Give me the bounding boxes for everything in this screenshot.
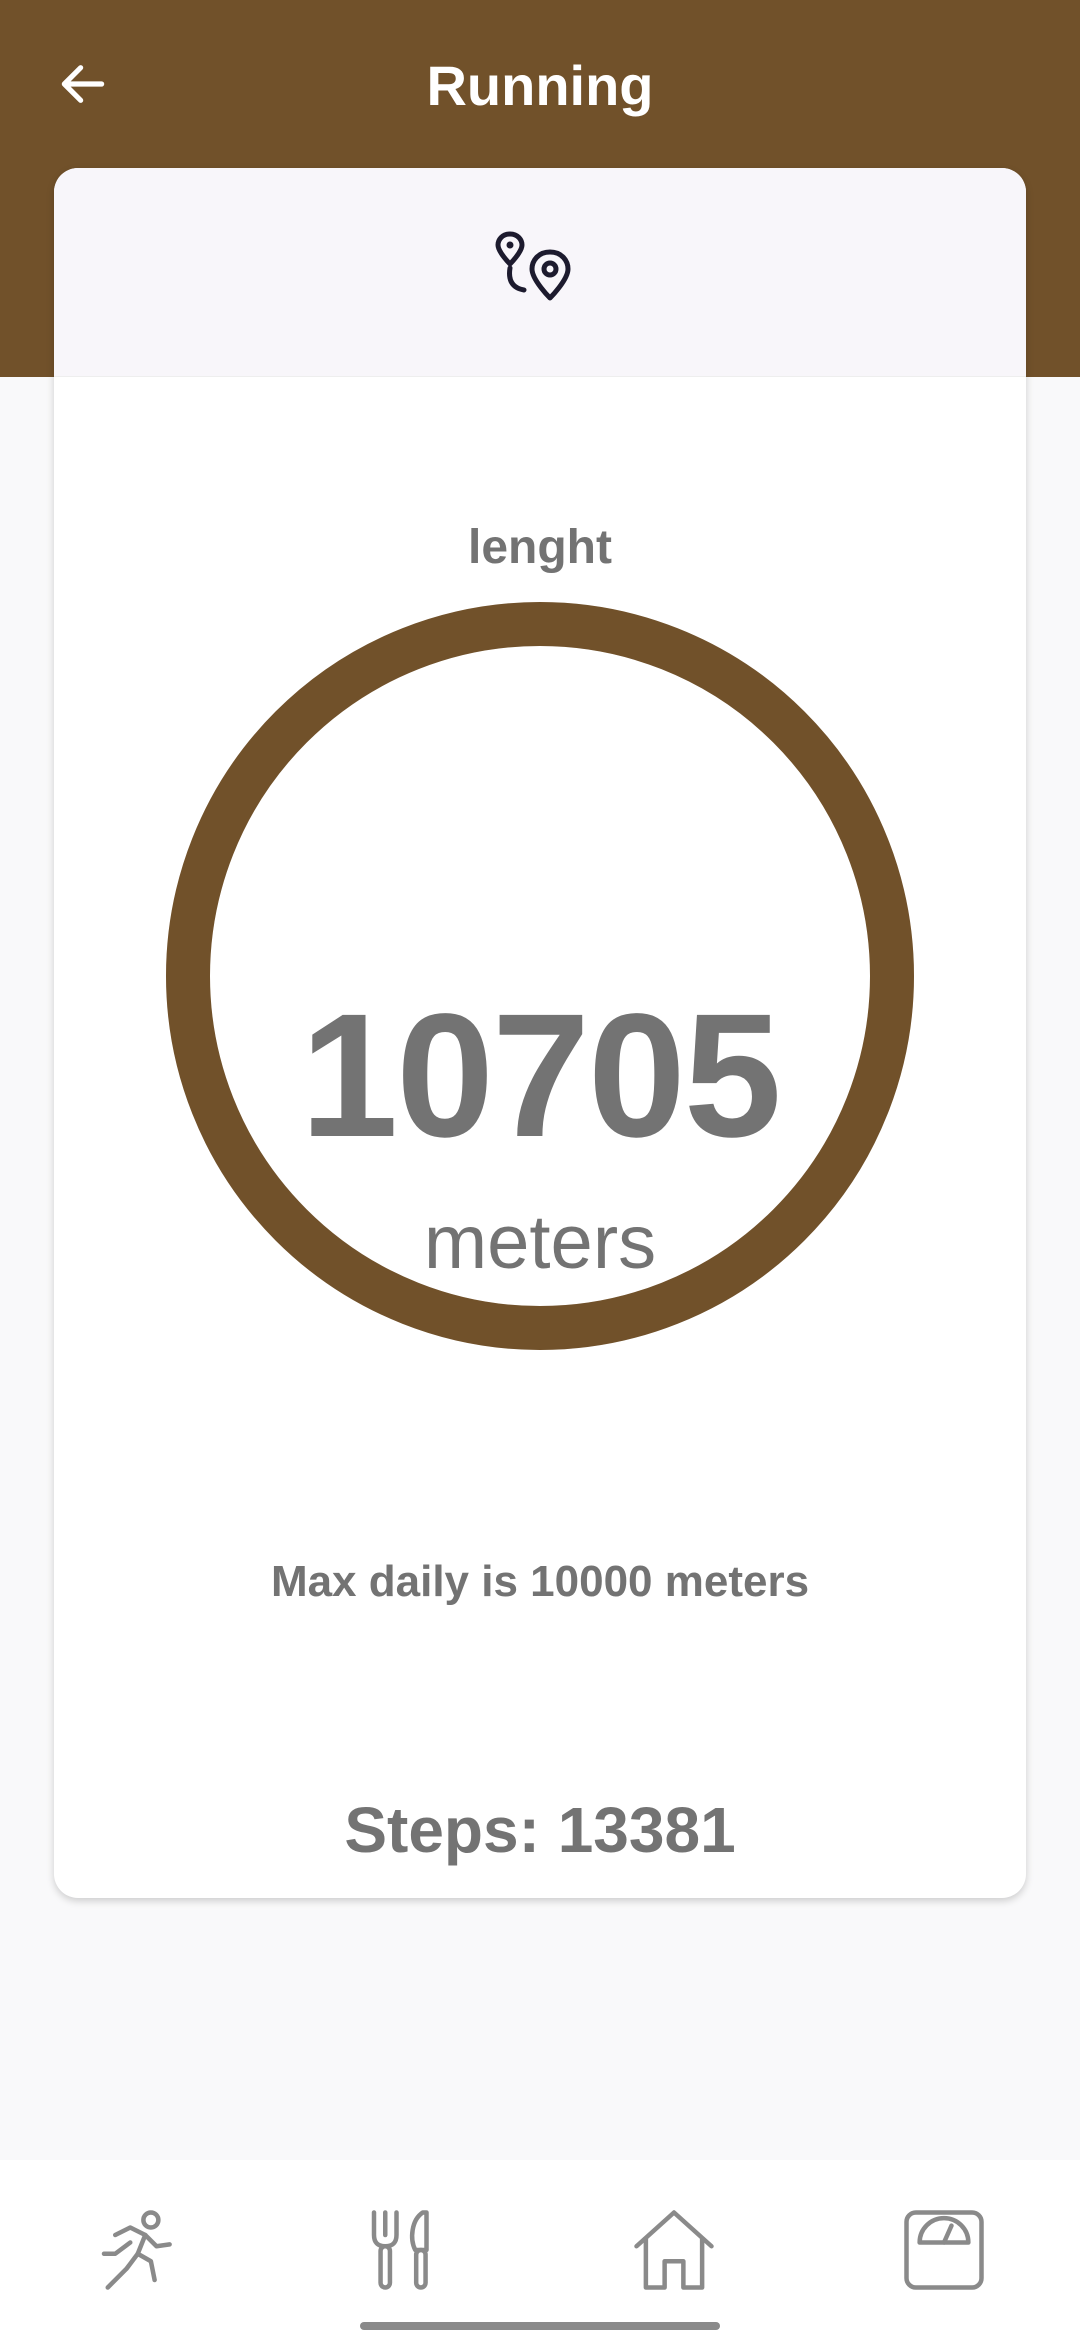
bottom-navigation [0, 2160, 1080, 2340]
distance-card: lenght 10705 meters Max daily is 10000 m… [54, 168, 1026, 1898]
length-label: lenght [468, 521, 612, 574]
scale-icon [904, 2210, 984, 2290]
running-icon [101, 2210, 172, 2290]
distance-unit: meters [423, 1200, 657, 1285]
home-icon [634, 2210, 714, 2290]
nav-weight[interactable] [894, 2200, 994, 2300]
route-pins-icon [495, 231, 571, 301]
max-daily-text: Max daily is 10000 meters [270, 1557, 810, 1606]
nav-home[interactable] [624, 2200, 724, 2300]
card-header [54, 168, 1026, 377]
steps-count: Steps: 13381 [344, 1794, 736, 1866]
nav-running[interactable] [84, 2200, 184, 2300]
app-screen: Running lenght 10705 meters Max daily is… [0, 0, 1080, 2340]
distance-value: 10705 [300, 978, 781, 1174]
page-title: Running [426, 54, 654, 117]
fork-knife-icon [371, 2210, 429, 2290]
nav-food[interactable] [354, 2200, 454, 2300]
home-indicator[interactable] [360, 2322, 720, 2330]
